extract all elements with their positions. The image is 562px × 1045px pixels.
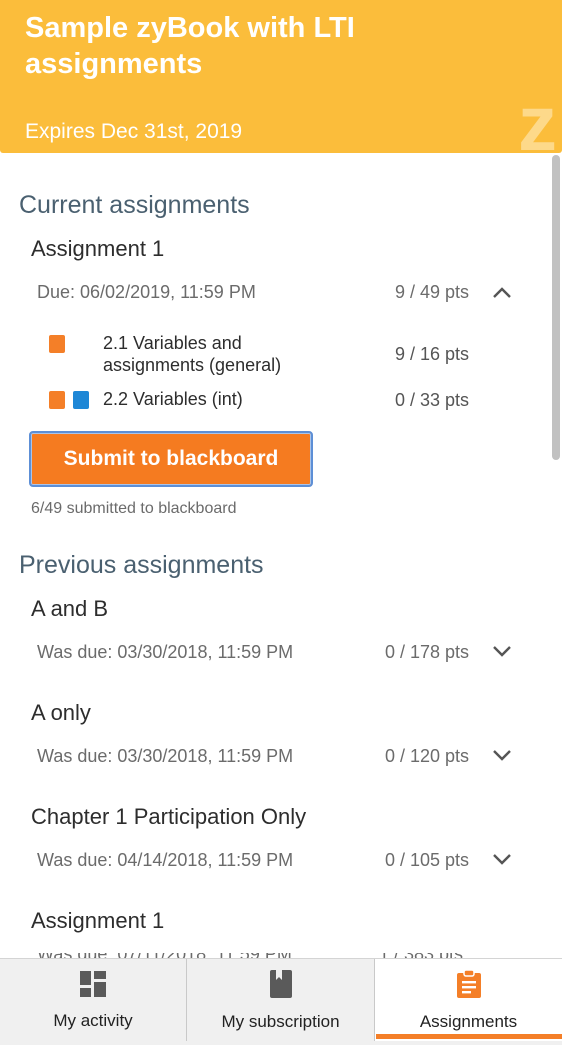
book-icon bbox=[268, 969, 294, 1004]
book-title: Sample zyBook with LTI assignments bbox=[25, 12, 355, 80]
previous-assignment-points: 0 / 105 pts bbox=[384, 850, 469, 870]
previous-assignment-points: 0 / 178 pts bbox=[384, 642, 469, 662]
participation-activity-icon bbox=[49, 391, 65, 409]
zybooks-logo: z bbox=[518, 88, 557, 153]
chevron-down-icon[interactable] bbox=[492, 852, 512, 866]
previous-assignment-due: Was due: 03/30/2018, 11:59 PM bbox=[37, 642, 294, 662]
previous-assignment-due: Was due: 04/14/2018, 11:59 PM bbox=[37, 850, 294, 870]
submitted-count-text: 6/49 submitted to blackboard bbox=[31, 500, 237, 517]
previous-assignments-heading: Previous assignments bbox=[19, 551, 264, 579]
previous-assignment-due: Was due: 03/30/2018, 11:59 PM bbox=[37, 746, 294, 766]
section-row-label[interactable]: 2.2 Variables (int) bbox=[103, 388, 243, 410]
participation-activity-icon bbox=[49, 335, 65, 353]
active-tab-indicator bbox=[376, 1034, 562, 1039]
section-row-points: 9 / 16 pts bbox=[394, 344, 469, 364]
dashboard-icon bbox=[79, 970, 107, 1003]
previous-assignment-title: A and B bbox=[31, 596, 109, 621]
previous-assignment-title: Chapter 1 Participation Only bbox=[31, 804, 307, 829]
chevron-down-icon[interactable] bbox=[492, 644, 512, 658]
previous-assignment-title: A only bbox=[31, 700, 91, 725]
chevron-down-icon[interactable] bbox=[492, 748, 512, 762]
nav-my-activity[interactable]: My activity bbox=[0, 959, 187, 1041]
section-row-label[interactable]: 2.1 Variables and assignments (general) bbox=[103, 332, 333, 376]
clipboard-icon bbox=[456, 968, 482, 1004]
nav-assignments[interactable]: Assignments bbox=[375, 959, 562, 1041]
submit-to-blackboard-button[interactable]: Submit to blackboard bbox=[29, 431, 313, 487]
expiration-text: Expires Dec 31st, 2019 bbox=[25, 120, 243, 143]
current-assignment-title: Assignment 1 bbox=[31, 236, 165, 261]
section-row-points: 0 / 33 pts bbox=[394, 390, 469, 410]
scrollbar-thumb[interactable] bbox=[552, 155, 560, 460]
challenge-activity-icon bbox=[73, 391, 89, 409]
current-assignment-points: 9 / 49 pts bbox=[394, 282, 469, 302]
bottom-navigation: My activity My subscription Assignments bbox=[0, 958, 562, 1045]
nav-label: Assignments bbox=[419, 1011, 518, 1031]
current-assignment-due: Due: 06/02/2019, 11:59 PM bbox=[37, 282, 256, 302]
previous-assignment-points: 0 / 120 pts bbox=[384, 746, 469, 766]
nav-label: My activity bbox=[53, 1010, 133, 1030]
current-assignments-heading: Current assignments bbox=[19, 191, 250, 219]
previous-assignment-title: Assignment 1 bbox=[31, 908, 165, 933]
nav-my-subscription[interactable]: My subscription bbox=[187, 959, 375, 1041]
nav-label: My subscription bbox=[221, 1011, 340, 1031]
chevron-up-icon[interactable] bbox=[492, 285, 512, 299]
book-header: Sample zyBook with LTI assignments Expir… bbox=[0, 0, 562, 153]
